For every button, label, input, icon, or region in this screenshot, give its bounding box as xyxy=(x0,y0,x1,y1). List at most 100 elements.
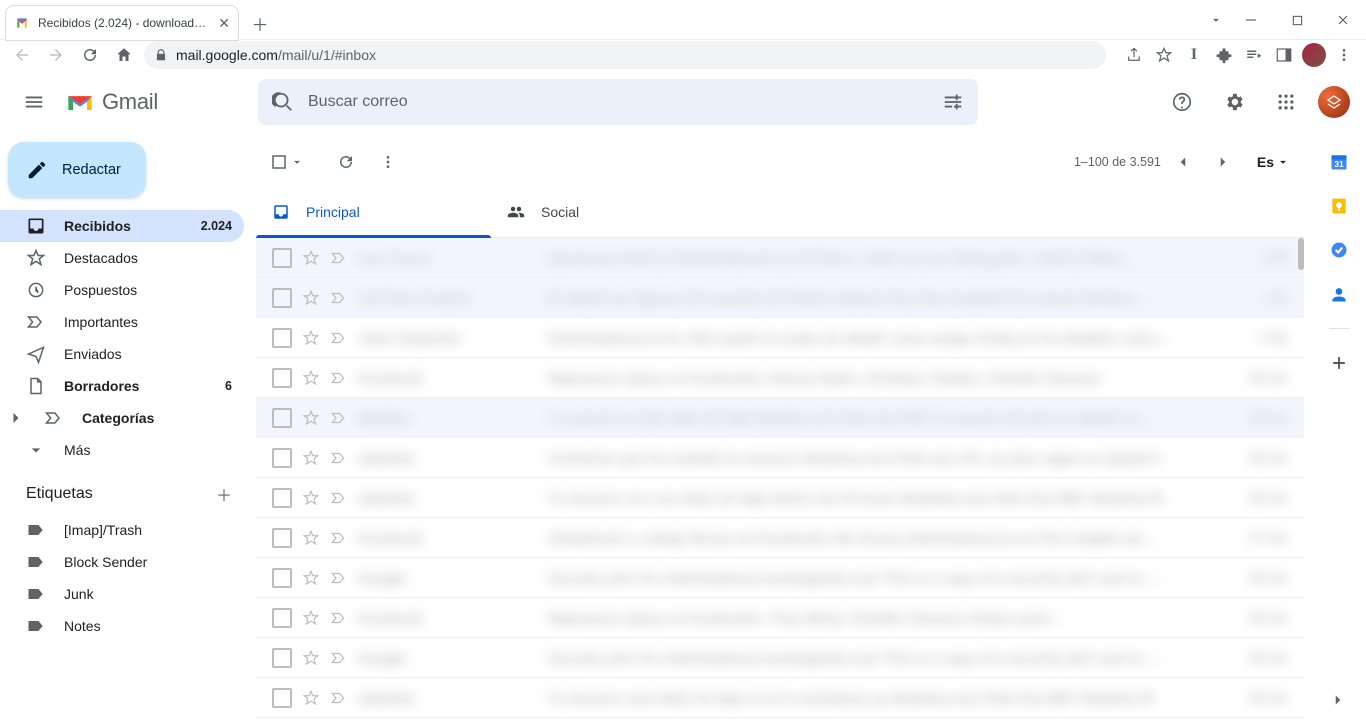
tasks-icon[interactable] xyxy=(1329,240,1349,260)
mail-row[interactable]: FacebookAktualności z usługi Strony na F… xyxy=(256,518,1304,558)
row-checkbox[interactable] xyxy=(272,288,292,308)
address-bar[interactable]: mail.google.com/mail/u/1/#inbox xyxy=(144,41,1106,69)
mail-row[interactable]: FacebookNajnowsze wpisy na Facebooku: Da… xyxy=(256,358,1304,398)
row-checkbox[interactable] xyxy=(272,568,292,588)
star-icon[interactable] xyxy=(302,649,320,667)
input-tools-button[interactable]: Es xyxy=(1257,154,1290,170)
new-tab-button[interactable]: ＋ xyxy=(246,9,274,37)
page-prev-button[interactable] xyxy=(1165,144,1201,180)
sidebar-item-snoozed[interactable]: Pospuestos xyxy=(0,274,244,306)
row-checkbox[interactable] xyxy=(272,488,292,508)
mail-row[interactable]: YouTube CreatorsEl reparto de ingresos d… xyxy=(256,278,1304,318)
star-icon[interactable] xyxy=(302,609,320,627)
add-label-button[interactable]: ＋ xyxy=(212,482,236,506)
important-icon[interactable] xyxy=(330,689,348,707)
forward-button[interactable] xyxy=(42,41,70,69)
important-icon[interactable] xyxy=(330,409,348,427)
reload-button[interactable] xyxy=(76,41,104,69)
window-close-button[interactable] xyxy=(1320,0,1366,40)
mail-row[interactable]: idealistaContactos que ha recibido tu an… xyxy=(256,438,1304,478)
bookmark-star-icon[interactable] xyxy=(1150,41,1178,69)
search-options-icon[interactable] xyxy=(942,91,964,113)
star-icon[interactable] xyxy=(302,689,320,707)
contacts-icon[interactable] xyxy=(1329,284,1349,304)
sidebar-item-starred[interactable]: Destacados xyxy=(0,242,244,274)
mail-row[interactable]: idealistaTu anuncio será dado de baja si… xyxy=(256,678,1304,718)
main-menu-button[interactable] xyxy=(12,80,56,124)
star-icon[interactable] xyxy=(302,529,320,547)
scrollbar[interactable] xyxy=(1298,238,1304,270)
label-notes[interactable]: Notes xyxy=(0,610,244,642)
important-icon[interactable] xyxy=(330,369,348,387)
mail-row[interactable]: idealistaTu anuncio va a ser dado de baj… xyxy=(256,478,1304,518)
important-icon[interactable] xyxy=(330,489,348,507)
back-button[interactable] xyxy=(8,41,36,69)
mail-row[interactable]: Team SnapchatDownloadsource Es, Mira qui… xyxy=(256,318,1304,358)
settings-button[interactable] xyxy=(1214,82,1254,122)
important-icon[interactable] xyxy=(330,609,348,627)
star-icon[interactable] xyxy=(302,489,320,507)
compose-button[interactable]: Redactar xyxy=(8,142,146,198)
row-checkbox[interactable] xyxy=(272,448,292,468)
playlist-icon[interactable] xyxy=(1240,41,1268,69)
mail-row[interactable]: GoogleSecurity alert for downloadsourcen… xyxy=(256,638,1304,678)
sidebar-item-important[interactable]: Importantes xyxy=(0,306,244,338)
star-icon[interactable] xyxy=(302,449,320,467)
tab-primary[interactable]: Principal xyxy=(256,186,491,237)
extensions-icon[interactable] xyxy=(1210,41,1238,69)
row-checkbox[interactable] xyxy=(272,248,292,268)
sidebar-item-categories[interactable]: Categorías xyxy=(0,402,244,434)
star-icon[interactable] xyxy=(302,409,320,427)
important-icon[interactable] xyxy=(330,649,348,667)
close-tab-icon[interactable]: ✕ xyxy=(218,15,230,32)
refresh-button[interactable] xyxy=(328,144,364,180)
star-icon[interactable] xyxy=(302,289,320,307)
home-button[interactable] xyxy=(110,41,138,69)
search-input[interactable] xyxy=(308,93,928,111)
important-icon[interactable] xyxy=(330,249,348,267)
sidebar-item-inbox[interactable]: Recibidos 2.024 xyxy=(0,210,244,242)
sidepanel-toggle-icon[interactable] xyxy=(1270,41,1298,69)
mail-row[interactable]: idealistaTu anuncio ha sido dado de baja… xyxy=(256,398,1304,438)
star-icon[interactable] xyxy=(302,329,320,347)
brand[interactable]: Gmail xyxy=(66,89,236,115)
sidebar-item-more[interactable]: Más xyxy=(0,434,244,466)
star-icon[interactable] xyxy=(302,569,320,587)
row-checkbox[interactable] xyxy=(272,688,292,708)
important-icon[interactable] xyxy=(330,529,348,547)
window-maximize-button[interactable] xyxy=(1274,0,1320,40)
row-checkbox[interactable] xyxy=(272,368,292,388)
tab-search-button[interactable] xyxy=(1204,0,1228,39)
get-addons-icon[interactable] xyxy=(1329,353,1349,373)
support-button[interactable] xyxy=(1162,82,1202,122)
row-checkbox[interactable] xyxy=(272,648,292,668)
row-checkbox[interactable] xyxy=(272,528,292,548)
sidebar-item-drafts[interactable]: Borradores 6 xyxy=(0,370,244,402)
browser-tab[interactable]: Recibidos (2.024) - downloadsou ✕ xyxy=(6,6,238,40)
label-block-sender[interactable]: Block Sender xyxy=(0,546,244,578)
row-checkbox[interactable] xyxy=(272,608,292,628)
share-icon[interactable] xyxy=(1120,41,1148,69)
star-icon[interactable] xyxy=(302,369,320,387)
mail-row[interactable]: Lee CxxxxxSponsored Article at downloads… xyxy=(256,238,1304,278)
mail-row[interactable]: GoogleSecurity alert for downloadsourcen… xyxy=(256,558,1304,598)
calendar-icon[interactable]: 31 xyxy=(1329,152,1349,172)
page-next-button[interactable] xyxy=(1205,144,1241,180)
important-icon[interactable] xyxy=(330,569,348,587)
select-all-checkbox[interactable] xyxy=(270,153,304,171)
important-icon[interactable] xyxy=(330,449,348,467)
account-avatar[interactable] xyxy=(1318,86,1350,118)
window-minimize-button[interactable] xyxy=(1228,0,1274,40)
mail-row[interactable]: FacebookNajnowsze wpisy na Facebooku: To… xyxy=(256,598,1304,638)
tab-social[interactable]: Social xyxy=(491,186,726,237)
search-bar[interactable] xyxy=(258,79,978,125)
row-checkbox[interactable] xyxy=(272,408,292,428)
star-icon[interactable] xyxy=(302,249,320,267)
apps-button[interactable] xyxy=(1266,82,1306,122)
row-checkbox[interactable] xyxy=(272,328,292,348)
label-imap-trash[interactable]: [Imap]/Trash xyxy=(0,514,244,546)
browser-menu-button[interactable] xyxy=(1330,41,1358,69)
extension-typography-icon[interactable]: I xyxy=(1180,41,1208,69)
sidebar-item-sent[interactable]: Enviados xyxy=(0,338,244,370)
keep-icon[interactable] xyxy=(1329,196,1349,216)
